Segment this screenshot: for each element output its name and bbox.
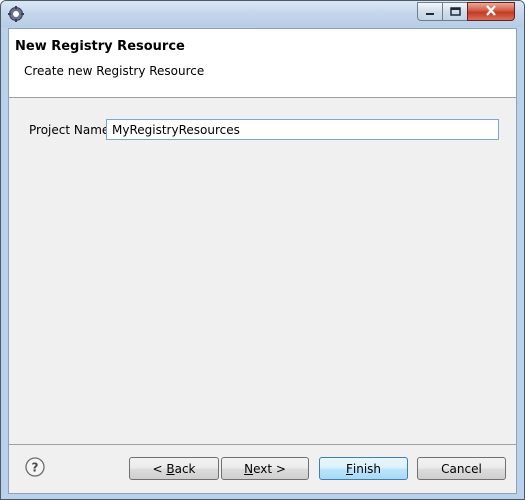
svg-text:?: ? (32, 461, 39, 475)
maximize-button[interactable] (442, 2, 468, 21)
finish-label-rest: inish (352, 461, 382, 476)
project-name-label: Project Name (29, 123, 110, 137)
close-button[interactable] (467, 2, 515, 21)
dialog-body: New Registry Resource Create new Registr… (8, 28, 517, 494)
title-bar[interactable] (1, 1, 524, 27)
close-icon (485, 4, 497, 19)
cancel-label: Cancel (441, 461, 482, 476)
cancel-button[interactable]: Cancel (417, 457, 506, 480)
finish-mnemonic: F (345, 461, 353, 476)
maximize-icon (449, 5, 461, 19)
footer-divider (9, 444, 516, 445)
next-mnemonic: N (244, 461, 254, 476)
wizard-description: Create new Registry Resource (24, 64, 205, 78)
dialog-window: New Registry Resource Create new Registr… (0, 0, 525, 500)
back-label-rest: ack (174, 461, 196, 476)
minimize-icon (425, 5, 435, 19)
next-button[interactable]: Next > (221, 457, 309, 480)
back-prefix: < (152, 461, 167, 476)
next-label-rest: ext > (253, 461, 286, 476)
wizard-title: New Registry Resource (15, 39, 185, 54)
finish-button[interactable]: Finish (319, 457, 408, 480)
wizard-header: New Registry Resource Create new Registr… (9, 29, 516, 98)
back-mnemonic: B (166, 461, 175, 476)
back-button[interactable]: < Back (129, 457, 219, 480)
project-name-input[interactable] (106, 119, 499, 140)
eclipse-gear-icon (8, 6, 24, 22)
minimize-button[interactable] (417, 2, 443, 21)
help-icon[interactable]: ? (25, 457, 45, 477)
